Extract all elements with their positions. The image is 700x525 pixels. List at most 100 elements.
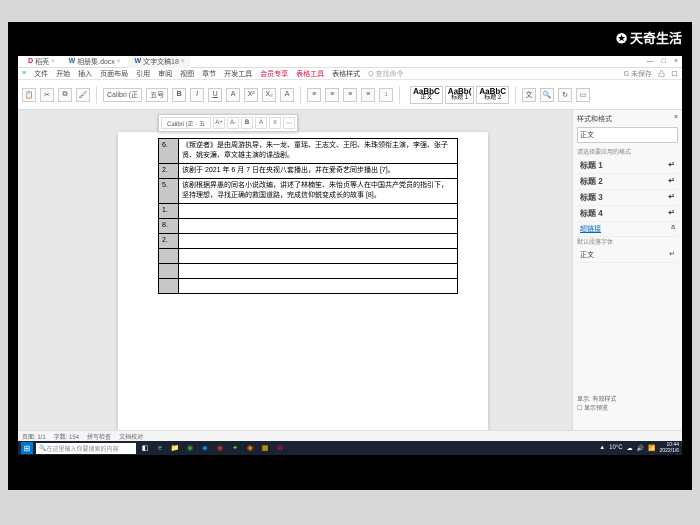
number-list[interactable]: ≡ [325,88,339,102]
show-filter[interactable]: 显示: 有效样式 [577,394,616,403]
cut-button[interactable]: ✂ [40,88,54,102]
tab-doc2[interactable]: W文字文稿18× [128,56,190,68]
bold-button[interactable]: B [172,88,186,102]
menu-table-style[interactable]: 表格样式 [332,69,360,79]
page-indicator[interactable]: 页面: 1/1 [22,432,46,441]
app-icon[interactable]: ◉ [214,442,226,454]
tray-icon[interactable]: 🔊 [637,445,644,452]
clock[interactable]: 10:442022/1/6 [660,442,679,454]
table-row: 6.《叛逆者》是由周游执导，朱一龙、童瑶、王志文、王阳、朱珠领衔主演，李强、张子… [159,139,458,164]
menu-dev[interactable]: 开发工具 [224,69,252,79]
style-hyperlink[interactable]: 超链接a [577,222,678,237]
task-view-icon[interactable]: ◧ [139,442,151,454]
ft-color[interactable]: A [255,117,267,129]
close-icon[interactable]: × [181,59,185,65]
style-heading2[interactable]: 标题 2↵ [577,174,678,190]
content-table[interactable]: 6.《叛逆者》是由周游执导，朱一龙、童瑶、王志文、王阳、朱珠领衔主演，李强、张子… [158,138,458,294]
menu-file[interactable]: 文件 [34,69,48,79]
style-heading4[interactable]: 标题 4↵ [577,206,678,222]
tab-doc1[interactable]: W相册集.docx× [63,56,127,68]
section-label: 请选择要应用的格式 [577,147,678,156]
page[interactable]: 6.《叛逆者》是由周游执导，朱一龙、童瑶、王志文、王阳、朱珠领衔主演，李强、张子… [118,132,488,430]
ft-list[interactable]: ≡ [269,117,281,129]
ft-shrink[interactable]: A- [227,117,239,129]
menu-view[interactable]: 视图 [180,69,194,79]
close-icon[interactable]: × [51,59,55,65]
menu-search[interactable]: Q 查找命令 [368,69,403,79]
menu-review[interactable]: 审阅 [158,69,172,79]
menu-ref[interactable]: 引用 [136,69,150,79]
menu-layout[interactable]: 页面布局 [100,69,128,79]
panel-close-icon[interactable]: × [674,114,678,124]
ft-more[interactable]: ⋯ [283,117,295,129]
align-center[interactable]: ≡ [361,88,375,102]
table-row: 8. [159,219,458,234]
wps-icon[interactable]: W [274,442,286,454]
strike-button[interactable]: A [226,88,240,102]
style-gallery[interactable]: AaBbC正文 AaBb(标题 1 AaBbC标题 2 [410,86,509,104]
font-color[interactable]: A [280,88,294,102]
app-icon[interactable]: ▦ [259,442,271,454]
app-icon[interactable]: ✦ [229,442,241,454]
close-icon[interactable]: × [117,59,121,65]
highlight-button[interactable]: X² [244,88,258,102]
tray-icon[interactable]: ☁ [627,445,633,452]
window-icon[interactable]: 口 [671,69,678,79]
italic-button[interactable]: I [190,88,204,102]
edge-icon[interactable]: e [154,442,166,454]
menu-member[interactable]: 会员专享 [260,69,288,79]
taskbar-search[interactable]: 🔍 在这里输入你要搜索的内容 [36,443,136,454]
mini-toolbar: Calibri (正 · 五 A+ A- B A ≡ ⋯ [158,114,298,132]
table-row: 2.该剧于 2021 年 6 月 7 日在央视八套播出，并在爱奇艺同步播出 [7… [159,164,458,179]
sub-button[interactable]: X₂ [262,88,276,102]
tray-icon[interactable]: ▲ [599,445,605,451]
minimize-button[interactable]: — [647,58,654,65]
copy-button[interactable]: ⧉ [58,88,72,102]
menu-table-tools[interactable]: 表格工具 [296,69,324,79]
spell-check[interactable]: 拼写检查 [87,432,111,441]
select-button[interactable]: ▭ [576,88,590,102]
ft-font[interactable]: Calibri (正 · 五 [161,117,211,129]
underline-button[interactable]: U [208,88,222,102]
find-button[interactable]: 🔍 [540,88,554,102]
menu-icon[interactable]: ≡ [22,70,26,77]
style-heading3[interactable]: 标题 3↵ [577,190,678,206]
tab-daoqiao[interactable]: D稻壳× [22,56,61,68]
app-window: D稻壳× W相册集.docx× W文字文稿18× — □ × ≡ 文件 开始 插… [18,56,682,442]
start-button[interactable]: ⊞ [21,442,33,454]
ft-grow[interactable]: A+ [213,117,225,129]
app-icon[interactable]: ◉ [244,442,256,454]
ft-bold[interactable]: B [241,117,253,129]
current-style-dropdown[interactable]: 正文 [577,127,678,143]
menu-home[interactable]: 开始 [56,69,70,79]
table-row [159,279,458,294]
line-spacing[interactable]: ↕ [379,88,393,102]
weather[interactable]: 10°C [609,445,622,451]
close-button[interactable]: × [674,58,678,65]
show-preview-checkbox[interactable]: ☐ 显示预览 [577,403,616,412]
save-status[interactable]: G 未保存 [624,69,652,79]
paste-button[interactable]: 📋 [22,88,36,102]
font-name[interactable]: Calibri (正 [103,88,142,102]
style-pane-button[interactable]: 文 [522,88,536,102]
explorer-icon[interactable]: 📁 [169,442,181,454]
doc-check[interactable]: 文档校对 [119,432,143,441]
tray-icon[interactable]: 📶 [648,445,655,452]
style-body[interactable]: 正文↵ [577,248,678,263]
menu-insert[interactable]: 插入 [78,69,92,79]
document-area[interactable]: Calibri (正 · 五 A+ A- B A ≡ ⋯ 6.《叛逆者》是由周游… [18,110,572,430]
app-icon[interactable]: ◆ [199,442,211,454]
share-icon[interactable]: 凸 [658,69,665,79]
menu-chapter[interactable]: 章节 [202,69,216,79]
format-painter[interactable]: 🖌 [76,88,90,102]
app-icon[interactable]: ◉ [184,442,196,454]
align-left[interactable]: ≡ [343,88,357,102]
style-heading1[interactable]: 标题 1↵ [577,158,678,174]
maximize-button[interactable]: □ [662,58,666,65]
word-count[interactable]: 字数: 154 [54,432,79,441]
taskbar: ⊞ 🔍 在这里输入你要搜索的内容 ◧ e 📁 ◉ ◆ ◉ ✦ ◉ ▦ W ▲ 1… [18,441,682,455]
font-size[interactable]: 五号 [146,88,168,102]
ribbon: 📋 ✂ ⧉ 🖌 Calibri (正 五号 B I U A X² X₂ A ≡ … [18,80,682,110]
bullet-list[interactable]: ≡ [307,88,321,102]
replace-button[interactable]: ↻ [558,88,572,102]
